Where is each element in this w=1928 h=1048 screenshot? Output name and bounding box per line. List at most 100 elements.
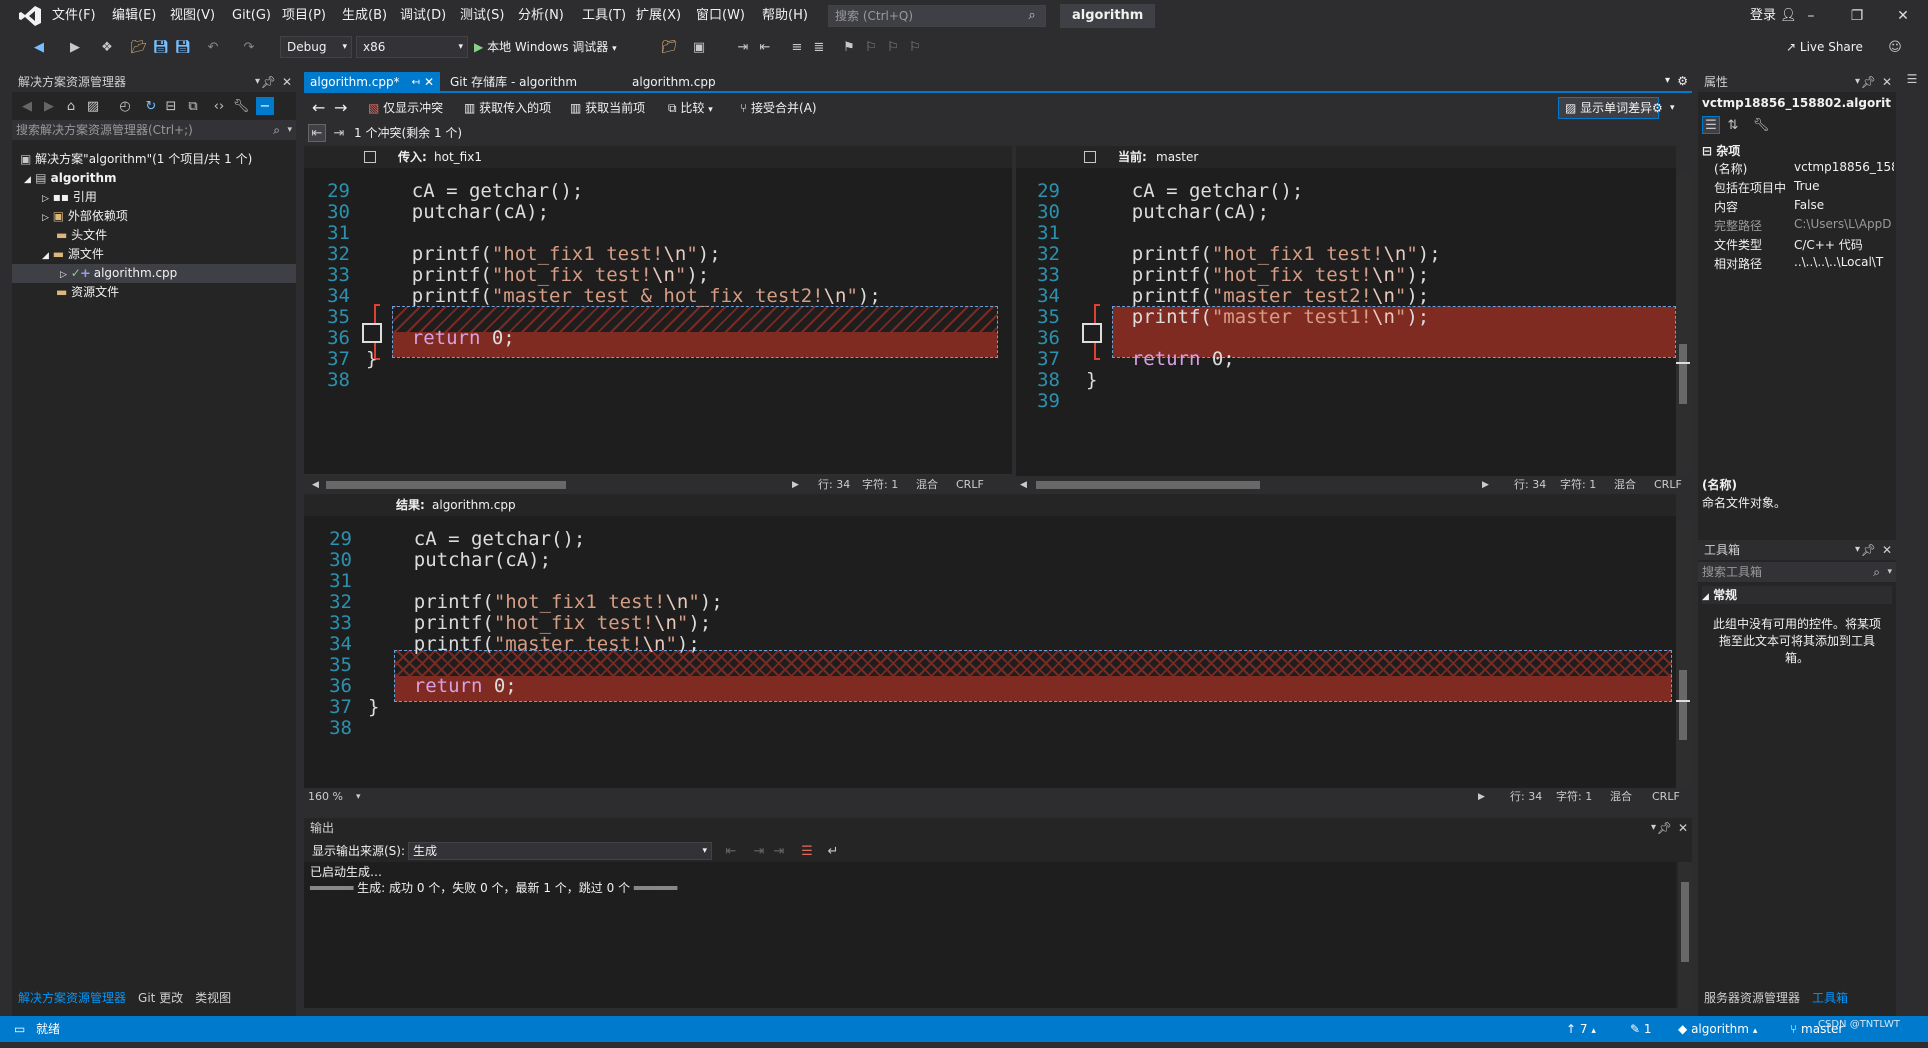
chevron-down-icon[interactable]: ▾: [356, 788, 361, 806]
solution-search-input[interactable]: 搜索解决方案资源管理器(Ctrl+;) ⌕ ▾: [12, 120, 296, 140]
property-pages-icon[interactable]: 🔧︎: [1752, 116, 1770, 134]
code-line[interactable]: putchar(cA);: [368, 549, 551, 571]
code-line[interactable]: printf("hot_fix1 test!\n");: [1086, 243, 1441, 265]
property-value[interactable]: vctmp18856_158802: [1794, 160, 1894, 174]
pin-icon[interactable]: 📌︎: [261, 72, 276, 92]
tab-class-view[interactable]: 类视图: [189, 988, 237, 1008]
bookmark-icon[interactable]: ⚑: [840, 38, 858, 56]
menu-item[interactable]: 视图(V): [164, 0, 221, 32]
code-line[interactable]: cA = getchar();: [368, 528, 586, 550]
last-conflict-icon[interactable]: ⇥: [330, 124, 348, 142]
result-v-thumb[interactable]: [1679, 670, 1687, 740]
categorized-icon[interactable]: ☰: [1702, 116, 1720, 134]
result-v-scrollbar[interactable]: [1676, 520, 1690, 788]
step-icon[interactable]: ⇥: [734, 38, 752, 56]
menu-item[interactable]: Git(G): [226, 0, 277, 32]
menu-item[interactable]: 生成(B): [336, 0, 393, 32]
output-v-scrollbar[interactable]: [1678, 862, 1692, 1008]
code-line[interactable]: }: [368, 696, 379, 718]
word-diff-toggle[interactable]: ▨ 显示单词差异: [1558, 97, 1660, 119]
menu-item[interactable]: 调试(D): [394, 0, 452, 32]
prev-conflict-icon[interactable]: ←: [312, 98, 325, 118]
close-icon[interactable]: ✕: [1882, 72, 1892, 92]
git-changes-count[interactable]: ✎ 1: [1630, 1016, 1652, 1042]
prev-message-icon[interactable]: ⇤: [722, 842, 740, 860]
pin-icon[interactable]: 📌︎: [1861, 72, 1876, 92]
current-h-thumb[interactable]: [1036, 481, 1260, 489]
property-value[interactable]: False: [1794, 198, 1894, 212]
tab-algorithm-cpp-merge[interactable]: algorithm.cpp* ↤ ✕: [304, 72, 440, 93]
scroll-right-icon[interactable]: ▶: [1478, 788, 1485, 806]
tab-algorithm-cpp[interactable]: algorithm.cpp: [626, 72, 722, 93]
tab-server-explorer[interactable]: 服务器资源管理器: [1698, 988, 1806, 1008]
save-all-icon[interactable]: 💾︎: [174, 38, 192, 56]
restore-button[interactable]: ❐: [1834, 0, 1880, 32]
top-v-scrollbar[interactable]: [1676, 174, 1690, 476]
code-line[interactable]: printf("master test!\n");: [368, 633, 700, 655]
output-source-dropdown[interactable]: 生成 ▾: [408, 842, 712, 860]
tree-item-header-files[interactable]: ▬ 头文件: [56, 226, 107, 245]
gear-icon[interactable]: ⚙: [1652, 98, 1663, 118]
switch-view-icon[interactable]: ▨: [84, 97, 102, 115]
compare-dropdown[interactable]: ⧉ 比较 ▾: [668, 98, 713, 118]
back-nav-icon[interactable]: ◀: [30, 38, 48, 56]
menu-item[interactable]: 项目(P): [276, 0, 332, 32]
tree-item-source-files[interactable]: ◢ ▬ 源文件: [42, 245, 104, 264]
code-line[interactable]: printf("hot_fix test!\n");: [1086, 264, 1429, 286]
toolbox-group-general[interactable]: ◢ 常规: [1702, 586, 1892, 604]
gear-icon[interactable]: ⚙: [1677, 74, 1688, 88]
property-value[interactable]: ..\..\..\..\Local\T: [1794, 255, 1894, 269]
git-push-count[interactable]: ↑ 7 ▴: [1566, 1016, 1596, 1044]
alphabetical-icon[interactable]: ⇅: [1724, 116, 1742, 134]
minimize-button[interactable]: –: [1788, 0, 1834, 32]
tree-item-references[interactable]: ▷ ▪▪ 引用: [42, 188, 97, 207]
code-line[interactable]: return 0;: [1086, 348, 1235, 370]
config-dropdown[interactable]: Debug ▾: [280, 36, 352, 58]
tree-item-external-deps[interactable]: ▷ ▣ 外部依赖项: [42, 207, 128, 226]
open-folder-icon[interactable]: 📂︎: [130, 38, 148, 56]
close-icon[interactable]: ✕: [424, 72, 434, 93]
folder-icon[interactable]: 📁︎: [660, 38, 678, 56]
side-notifications-icon[interactable]: ☰: [1902, 72, 1922, 102]
pin-icon[interactable]: 📌︎: [1657, 818, 1672, 838]
chevron-down-icon[interactable]: ▾: [1855, 540, 1860, 560]
menu-item[interactable]: 扩展(X): [630, 0, 687, 32]
property-value[interactable]: C/C++ 代码: [1794, 236, 1894, 253]
menu-item[interactable]: 编辑(E): [106, 0, 162, 32]
menu-item[interactable]: 帮助(H): [756, 0, 814, 32]
preview-icon[interactable]: −: [256, 97, 274, 115]
code-line[interactable]: printf("master test & hot_fix test2!\n")…: [366, 285, 881, 307]
collapse-all-icon[interactable]: ⊟: [162, 97, 180, 115]
word-wrap-icon[interactable]: ↵: [824, 842, 842, 860]
current-accept-all-checkbox[interactable]: [1084, 151, 1096, 163]
pending-changes-icon[interactable]: ◴: [116, 97, 134, 115]
clear-all-icon[interactable]: ☰: [798, 842, 816, 860]
code-line[interactable]: printf("hot_fix test!\n");: [366, 264, 709, 286]
tab-toolbox[interactable]: 工具箱: [1806, 988, 1854, 1008]
bookmark-clear-icon[interactable]: ⚐: [906, 38, 924, 56]
first-conflict-icon[interactable]: ⇤: [308, 124, 326, 142]
start-debug-button[interactable]: ▶ 本地 Windows 调试器 ▾: [474, 36, 617, 58]
output-window-icon[interactable]: ▭: [14, 1016, 25, 1042]
sync-icon[interactable]: ↻: [142, 97, 160, 115]
code-line[interactable]: printf("hot_fix1 test!\n");: [366, 243, 721, 265]
chevron-down-icon[interactable]: ▾: [1855, 72, 1860, 92]
code-line[interactable]: return 0;: [366, 327, 515, 349]
top-v-thumb[interactable]: [1679, 344, 1687, 404]
menu-item[interactable]: 工具(T): [576, 0, 632, 32]
save-icon[interactable]: 💾︎: [152, 38, 170, 56]
code-line[interactable]: printf("hot_fix1 test!\n");: [368, 591, 723, 613]
chevron-down-icon[interactable]: ▾: [1651, 818, 1656, 838]
indent-icon[interactable]: ≡: [788, 38, 806, 56]
incoming-accept-all-checkbox[interactable]: [364, 151, 376, 163]
find-message-icon[interactable]: ⇥: [770, 842, 788, 860]
incoming-h-thumb[interactable]: [326, 481, 566, 489]
output-text-area[interactable]: 已启动生成… ══════ 生成: 成功 0 个，失败 0 个，最新 1 个，跳…: [304, 862, 1676, 1008]
scroll-left-icon[interactable]: ◀: [312, 476, 319, 494]
code-line[interactable]: }: [1086, 369, 1097, 391]
pin-icon[interactable]: 📌︎: [1861, 540, 1876, 560]
next-message-icon[interactable]: ⇥: [750, 842, 768, 860]
bookmark-prev-icon[interactable]: ⚐: [862, 38, 880, 56]
platform-dropdown[interactable]: x86 ▾: [356, 36, 468, 58]
tree-item-solution[interactable]: ▣ 解决方案"algorithm"(1 个项目/共 1 个): [20, 150, 252, 169]
